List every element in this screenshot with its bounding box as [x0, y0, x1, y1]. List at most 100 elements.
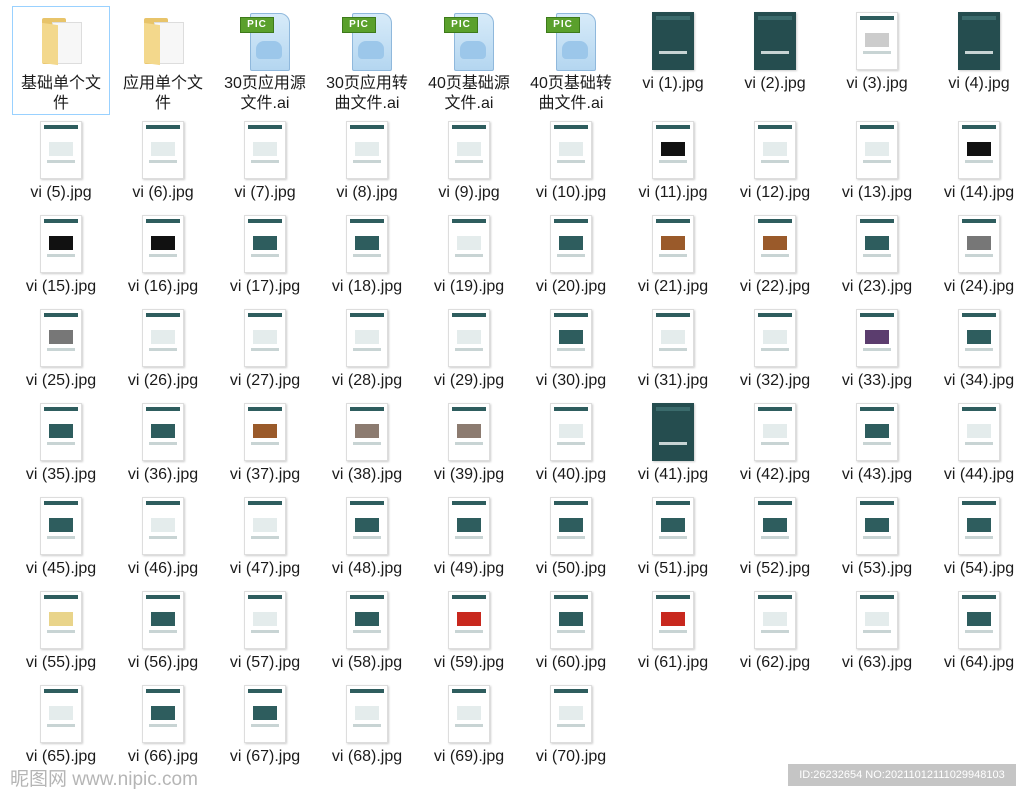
file-item[interactable]: vi (42).jpg [726, 397, 824, 491]
file-item[interactable]: vi (35).jpg [12, 397, 110, 491]
file-name-label: vi (9).jpg [438, 184, 500, 201]
image-thumbnail-icon [744, 11, 806, 71]
file-item[interactable]: vi (55).jpg [12, 585, 110, 679]
file-item[interactable]: vi (69).jpg [420, 679, 518, 773]
file-name-label: vi (31).jpg [637, 372, 709, 389]
file-item[interactable]: PIC 30页应用转曲文件.ai [318, 6, 416, 115]
file-item[interactable]: vi (28).jpg [318, 303, 416, 397]
file-item[interactable]: vi (43).jpg [828, 397, 926, 491]
file-item[interactable]: vi (59).jpg [420, 585, 518, 679]
file-name-label: vi (53).jpg [841, 560, 913, 577]
file-item[interactable]: vi (20).jpg [522, 209, 620, 303]
file-item[interactable]: vi (65).jpg [12, 679, 110, 773]
file-item[interactable]: vi (66).jpg [114, 679, 212, 773]
file-item[interactable]: vi (39).jpg [420, 397, 518, 491]
image-thumbnail-icon [642, 402, 704, 462]
file-item[interactable]: vi (45).jpg [12, 491, 110, 585]
file-name-label: vi (24).jpg [943, 278, 1015, 295]
file-item[interactable]: vi (19).jpg [420, 209, 518, 303]
file-item[interactable]: vi (40).jpg [522, 397, 620, 491]
file-name-label: vi (18).jpg [331, 278, 403, 295]
file-name-label: vi (64).jpg [943, 654, 1015, 671]
file-item[interactable]: vi (54).jpg [930, 491, 1024, 585]
file-item[interactable]: vi (60).jpg [522, 585, 620, 679]
file-item[interactable]: vi (37).jpg [216, 397, 314, 491]
folder-item[interactable]: 应用单个文件 [114, 6, 212, 115]
file-item[interactable]: vi (21).jpg [624, 209, 722, 303]
file-item[interactable]: vi (33).jpg [828, 303, 926, 397]
file-item[interactable]: vi (13).jpg [828, 115, 926, 209]
file-item[interactable]: vi (57).jpg [216, 585, 314, 679]
file-item[interactable]: vi (50).jpg [522, 491, 620, 585]
file-item[interactable]: vi (29).jpg [420, 303, 518, 397]
file-name-label: vi (47).jpg [229, 560, 301, 577]
image-thumbnail-icon [846, 214, 908, 274]
image-thumbnail-icon [234, 496, 296, 556]
file-item[interactable]: vi (44).jpg [930, 397, 1024, 491]
file-item[interactable]: vi (18).jpg [318, 209, 416, 303]
file-name-label: vi (45).jpg [25, 560, 97, 577]
file-item[interactable]: vi (3).jpg [828, 6, 926, 115]
file-item[interactable]: vi (5).jpg [12, 115, 110, 209]
file-item[interactable]: vi (70).jpg [522, 679, 620, 773]
image-thumbnail-icon [234, 120, 296, 180]
file-name-label: vi (70).jpg [535, 748, 607, 765]
file-item[interactable]: vi (49).jpg [420, 491, 518, 585]
file-item[interactable]: vi (6).jpg [114, 115, 212, 209]
file-item[interactable]: vi (2).jpg [726, 6, 824, 115]
file-item[interactable]: vi (14).jpg [930, 115, 1024, 209]
file-item[interactable]: vi (30).jpg [522, 303, 620, 397]
file-item[interactable]: vi (16).jpg [114, 209, 212, 303]
file-item[interactable]: vi (58).jpg [318, 585, 416, 679]
file-item[interactable]: vi (22).jpg [726, 209, 824, 303]
file-item[interactable]: vi (32).jpg [726, 303, 824, 397]
file-item[interactable]: PIC 30页应用源文件.ai [216, 6, 314, 115]
file-item[interactable]: vi (62).jpg [726, 585, 824, 679]
file-item[interactable]: vi (7).jpg [216, 115, 314, 209]
image-thumbnail-icon [234, 308, 296, 368]
file-item[interactable]: vi (1).jpg [624, 6, 722, 115]
file-name-label: vi (62).jpg [739, 654, 811, 671]
file-item[interactable]: vi (47).jpg [216, 491, 314, 585]
file-name-label: vi (59).jpg [433, 654, 505, 671]
file-item[interactable]: vi (8).jpg [318, 115, 416, 209]
file-item[interactable]: vi (48).jpg [318, 491, 416, 585]
file-item[interactable]: vi (12).jpg [726, 115, 824, 209]
file-item[interactable]: PIC 40页基础源文件.ai [420, 6, 518, 115]
file-item[interactable]: vi (64).jpg [930, 585, 1024, 679]
file-item[interactable]: vi (68).jpg [318, 679, 416, 773]
file-item[interactable]: vi (10).jpg [522, 115, 620, 209]
file-item[interactable]: vi (15).jpg [12, 209, 110, 303]
file-name-label: 30页应用转曲文件.ai [326, 75, 408, 112]
file-item[interactable]: vi (61).jpg [624, 585, 722, 679]
file-item[interactable]: vi (27).jpg [216, 303, 314, 397]
file-name-label: vi (19).jpg [433, 278, 505, 295]
file-item[interactable]: vi (41).jpg [624, 397, 722, 491]
file-item[interactable]: vi (9).jpg [420, 115, 518, 209]
file-item[interactable]: vi (51).jpg [624, 491, 722, 585]
file-item[interactable]: PIC 40页基础转曲文件.ai [522, 6, 620, 115]
file-name-label: vi (16).jpg [127, 278, 199, 295]
file-item[interactable]: vi (36).jpg [114, 397, 212, 491]
file-item[interactable]: vi (26).jpg [114, 303, 212, 397]
file-item[interactable]: vi (53).jpg [828, 491, 926, 585]
file-item[interactable]: vi (38).jpg [318, 397, 416, 491]
file-item[interactable]: vi (34).jpg [930, 303, 1024, 397]
file-item[interactable]: vi (52).jpg [726, 491, 824, 585]
file-item[interactable]: vi (23).jpg [828, 209, 926, 303]
file-name-label: vi (20).jpg [535, 278, 607, 295]
file-item[interactable]: vi (46).jpg [114, 491, 212, 585]
file-item[interactable]: vi (4).jpg [930, 6, 1024, 115]
file-item[interactable]: vi (24).jpg [930, 209, 1024, 303]
file-item[interactable]: vi (11).jpg [624, 115, 722, 209]
file-item[interactable]: vi (31).jpg [624, 303, 722, 397]
file-item[interactable]: vi (25).jpg [12, 303, 110, 397]
file-item[interactable]: vi (67).jpg [216, 679, 314, 773]
folder-item[interactable]: 基础单个文件 [12, 6, 110, 115]
file-item[interactable]: vi (56).jpg [114, 585, 212, 679]
file-item[interactable]: vi (63).jpg [828, 585, 926, 679]
image-thumbnail-icon [336, 402, 398, 462]
image-thumbnail-icon [30, 308, 92, 368]
image-thumbnail-icon [438, 402, 500, 462]
file-item[interactable]: vi (17).jpg [216, 209, 314, 303]
